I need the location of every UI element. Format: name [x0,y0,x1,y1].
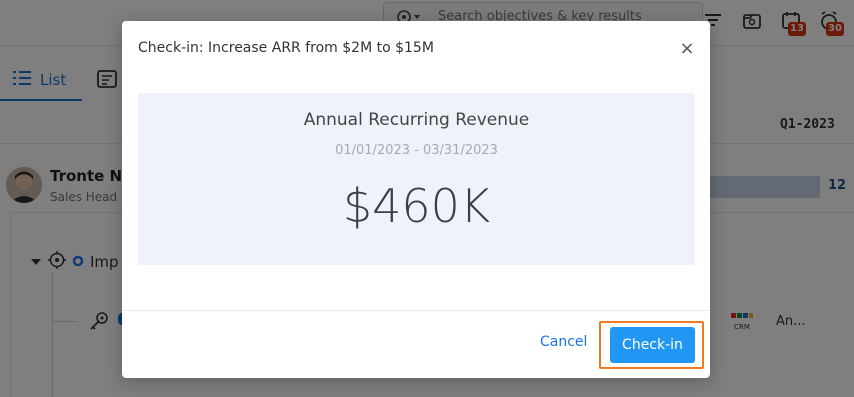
cancel-button[interactable]: Cancel [540,334,587,350]
metric-card: Annual Recurring Revenue 01/01/2023 - 03… [138,93,695,265]
footer-divider [122,310,710,311]
metric-name: Annual Recurring Revenue [303,110,530,130]
close-icon[interactable]: × [675,37,699,61]
checkin-button[interactable]: Check-in [610,327,695,363]
modal-title: Check-in: Increase ARR from $2M to $15M [138,40,434,56]
checkin-modal: Check-in: Increase ARR from $2M to $15M … [122,21,710,378]
modal-header: Check-in: Increase ARR from $2M to $15M … [122,21,710,78]
metric-value: $460K [342,179,491,233]
metric-date-range: 01/01/2023 - 03/31/2023 [335,143,498,158]
